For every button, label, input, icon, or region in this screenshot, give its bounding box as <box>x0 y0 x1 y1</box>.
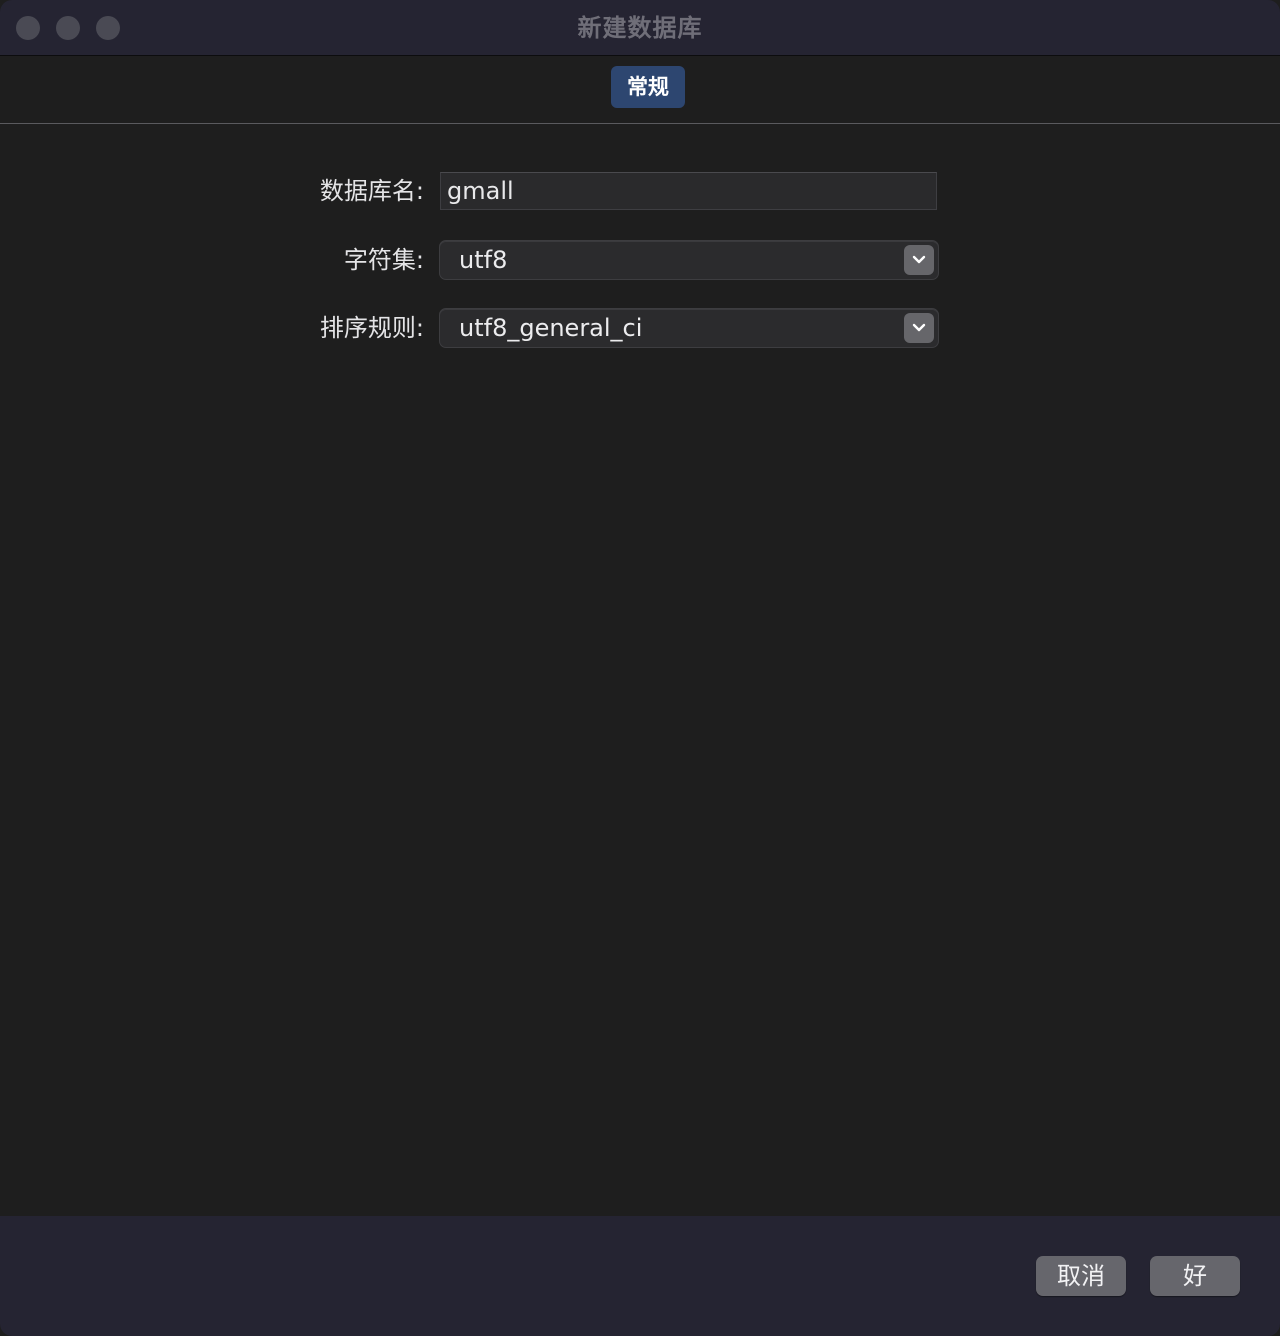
db-name-label: 数据库名: <box>319 177 424 205</box>
collation-label: 排序规则: <box>319 314 424 342</box>
dialog-footer: 取消 好 <box>0 1216 1280 1336</box>
charset-select-value: utf8 <box>459 246 508 274</box>
new-database-dialog: 新建数据库 常规 数据库名: 字符集: utf8 排序规则: utf8_gene… <box>0 0 1280 1336</box>
tab-bar: 常规 <box>0 56 1280 124</box>
window-title: 新建数据库 <box>577 14 703 42</box>
chevron-down-icon[interactable] <box>904 313 934 343</box>
collation-select[interactable]: utf8_general_ci <box>439 308 939 348</box>
chevron-down-icon[interactable] <box>904 245 934 275</box>
charset-label: 字符集: <box>343 246 424 274</box>
title-bar[interactable]: 新建数据库 <box>0 0 1280 56</box>
tab-general[interactable]: 常规 <box>611 66 685 108</box>
ok-button[interactable]: 好 <box>1150 1256 1240 1296</box>
db-name-input[interactable] <box>440 172 937 210</box>
cancel-button[interactable]: 取消 <box>1036 1256 1126 1296</box>
charset-select[interactable]: utf8 <box>439 240 939 280</box>
collation-select-value: utf8_general_ci <box>459 314 643 342</box>
